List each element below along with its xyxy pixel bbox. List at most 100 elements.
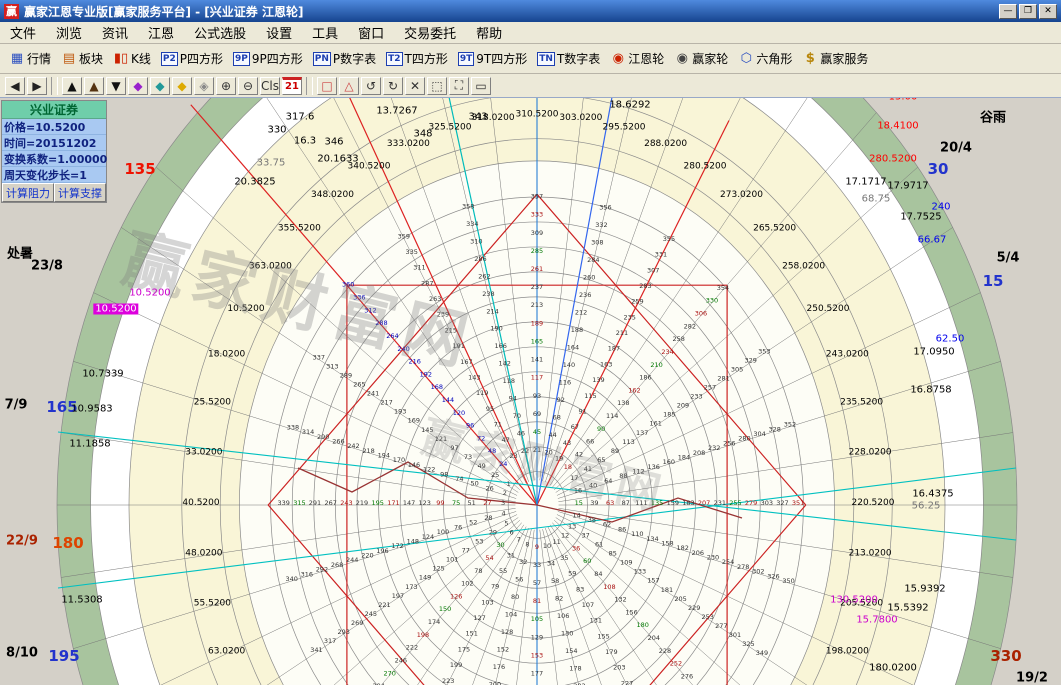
p-number-table-button[interactable]: PNP数字表 [309,47,380,70]
app-logo-icon: 赢 [4,4,19,19]
svg-text:170: 170 [393,456,405,464]
svg-text:289: 289 [340,371,352,379]
toolbar-label: 9T四方形 [476,50,527,67]
menu-item[interactable]: 江恩 [138,23,184,42]
diamond-yellow-tool[interactable]: ◆ [172,77,192,95]
svg-text:18.0200: 18.0200 [208,349,245,359]
calc-support-button[interactable]: 计算支撑 [54,183,106,202]
svg-text:310.5200: 310.5200 [516,110,559,120]
svg-text:191: 191 [452,342,464,350]
screen-tool[interactable]: ▭ [471,77,491,95]
svg-text:256: 256 [723,439,735,447]
dashed-rect-tool[interactable]: ⬚ [427,77,447,95]
maximize-button[interactable]: ❐ [1019,4,1037,19]
svg-text:308: 308 [591,239,603,247]
zoom-in-button[interactable]: ⊕ [216,77,236,95]
svg-text:128: 128 [501,628,513,636]
svg-text:142: 142 [498,360,510,368]
sectors-button[interactable]: ▤板块 [57,47,107,70]
menu-item[interactable]: 交易委托 [394,23,466,42]
svg-text:56: 56 [515,576,523,584]
calendar-21-button[interactable]: 21 [282,77,302,95]
svg-text:221: 221 [378,601,390,609]
svg-text:111: 111 [635,499,647,507]
svg-text:358: 358 [462,202,474,210]
svg-text:328: 328 [768,425,780,433]
rect-tool[interactable]: □ [317,77,337,95]
kline-button[interactable]: ▮▯K线 [109,47,155,70]
triangle-tool[interactable]: △ [339,77,359,95]
hexagon-button[interactable]: ⬡六角形 [734,47,796,70]
svg-text:155: 155 [597,632,609,640]
diamond-purple-tool[interactable]: ◆ [128,77,148,95]
diamond-teal-tool[interactable]: ◆ [150,77,170,95]
pyramid-up-tool[interactable]: ▲ [62,77,82,95]
svg-text:43: 43 [563,439,571,447]
market-quotes-button[interactable]: ▦行情 [5,47,55,70]
minimize-button[interactable]: — [999,4,1017,19]
svg-text:306: 306 [695,310,707,318]
svg-text:159: 159 [667,499,679,507]
svg-text:285: 285 [531,247,543,255]
t-square-button[interactable]: T2T四方形 [382,47,452,70]
toolbar-label: 江恩轮 [628,50,664,67]
svg-text:196: 196 [376,547,388,555]
delete-tool[interactable]: ✕ [405,77,425,95]
zoom-out-button[interactable]: ⊖ [238,77,258,95]
svg-text:37: 37 [581,532,589,540]
redo-button[interactable]: ↻ [383,77,403,95]
svg-text:312: 312 [364,306,376,314]
svg-text:265: 265 [353,381,365,389]
svg-text:131: 131 [590,617,602,625]
svg-text:58: 58 [551,577,559,585]
svg-text:110: 110 [631,530,643,538]
svg-text:207: 207 [698,499,710,507]
menu-item[interactable]: 文件 [0,23,46,42]
svg-text:266: 266 [332,438,344,446]
grid-icon: ▦ [9,51,25,67]
menu-item[interactable]: 浏览 [46,23,92,42]
svg-text:270: 270 [383,669,395,677]
undo-button[interactable]: ↺ [361,77,381,95]
crosshair-tool[interactable]: ⛶ [449,77,469,95]
menu-item[interactable]: 窗口 [348,23,394,42]
svg-text:158: 158 [661,539,673,547]
close-button[interactable]: ✕ [1039,4,1057,19]
svg-text:103: 103 [481,598,493,606]
title-bar: 赢 赢家江恩专业版[赢家服务平台] - [兴业证券 江恩轮] —❐✕ [0,0,1061,22]
svg-text:305: 305 [731,365,743,373]
menu-item[interactable]: 工具 [302,23,348,42]
back-button[interactable]: ◀ [5,77,25,95]
calc-buttons: 计算阻力 计算支撑 [2,183,106,202]
svg-text:314: 314 [302,428,314,436]
pyramid-down-tool[interactable]: ▼ [106,77,126,95]
winner-wheel-button[interactable]: ◉赢家轮 [670,47,732,70]
nine-t-square-button[interactable]: 9T9T四方形 [454,47,531,70]
svg-text:76: 76 [454,523,462,531]
svg-text:349: 349 [756,649,768,657]
svg-text:25.5200: 25.5200 [194,397,231,407]
menu-item[interactable]: 帮助 [466,23,512,42]
svg-text:220.5200: 220.5200 [852,498,895,508]
wheel-dark-icon: ◉ [674,51,690,67]
nine-p-square-button[interactable]: 9P9P四方形 [229,47,307,70]
menu-item[interactable]: 资讯 [92,23,138,42]
t-number-table-button[interactable]: TNT数字表 [533,47,604,70]
draw-pen-tool[interactable]: ▲ [84,77,104,95]
svg-text:339: 339 [277,499,289,507]
winner-service-button[interactable]: $赢家服务 [798,47,872,70]
svg-text:162: 162 [628,386,640,394]
gann-wheel-button[interactable]: ◉江恩轮 [606,47,668,70]
p-square-button[interactable]: P2P四方形 [157,47,227,70]
calc-resistance-button[interactable]: 计算阻力 [2,183,54,202]
svg-text:166: 166 [494,342,506,350]
dollar-icon: $ [802,51,818,67]
menu-item[interactable]: 设置 [256,23,302,42]
svg-text:10.5200: 10.5200 [227,304,264,314]
gann-wheel-canvas[interactable]: 10.520018.020025.520033.020040.520048.02… [0,0,1061,685]
cls-button[interactable]: Cls [260,77,280,95]
menu-item[interactable]: 公式选股 [184,23,256,42]
gann-wheel-chart[interactable]: 10.520018.020025.520033.020040.520048.02… [0,0,1061,685]
diamond-gray-tool[interactable]: ◈ [194,77,214,95]
forward-button[interactable]: ▶ [27,77,47,95]
